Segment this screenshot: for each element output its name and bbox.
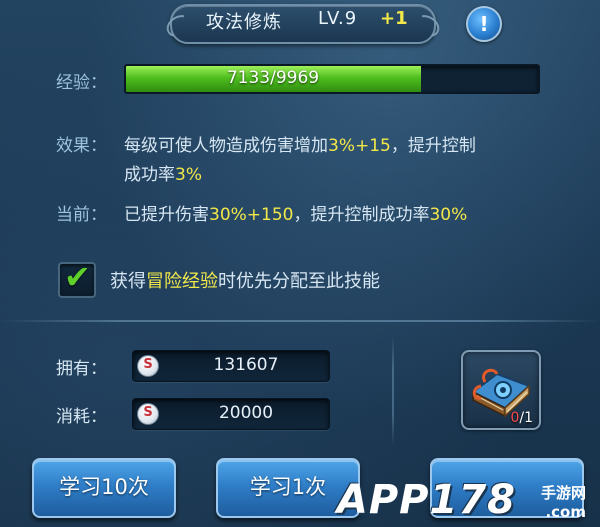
- owned-value: 131607: [213, 355, 279, 375]
- exp-progress-text: 7133/9969: [226, 68, 320, 88]
- owned-field: 131607: [132, 350, 330, 382]
- exp-progress-bar: 7133/9969: [124, 64, 540, 94]
- auto-assign-highlight: 冒险经验: [146, 271, 218, 292]
- watermark-logo: APP178: [336, 477, 516, 523]
- info-button[interactable]: !: [466, 6, 502, 42]
- level-bonus: +1: [380, 8, 408, 29]
- skill-level: LV.9: [318, 8, 358, 29]
- auto-assign-checkbox[interactable]: ✔: [58, 258, 96, 298]
- current-line: 已提升伤害30%+150，提升控制成功率30%: [124, 200, 467, 225]
- section-divider: [0, 320, 600, 322]
- effect-line-1: 每级可使人物造成伤害增加3%+15，提升控制: [124, 131, 476, 156]
- current-text-b: ，提升控制成功率: [293, 205, 430, 225]
- auto-assign-text-b: 时优先分配至此技能: [218, 271, 380, 292]
- owned-label: 拥有：: [56, 359, 107, 379]
- effect-text-b: ，提升控制: [390, 136, 476, 156]
- cost-field: 20000: [132, 398, 330, 430]
- cost-value: 20000: [218, 403, 274, 423]
- column-divider: [392, 336, 394, 446]
- auto-assign-text-a: 获得: [110, 271, 146, 292]
- ornament-left-icon: [162, 10, 196, 42]
- skill-book-slot[interactable]: 0/1: [461, 350, 541, 430]
- cost-label: 消耗：: [56, 407, 107, 427]
- effect-value-b: 3%: [175, 165, 202, 185]
- learn-10-button[interactable]: 学习10次: [32, 458, 176, 518]
- exp-label: 经验：: [56, 73, 107, 93]
- watermark-com: .com: [545, 503, 586, 521]
- effect-label: 效果：: [56, 136, 107, 156]
- item-count: 0/1: [510, 410, 533, 426]
- auto-assign-label: 获得冒险经验时优先分配至此技能: [110, 267, 380, 293]
- effect-value-a: 3%+15: [328, 136, 391, 156]
- skill-title: 攻法修炼: [206, 12, 282, 33]
- current-label: 当前：: [56, 205, 107, 225]
- silver-coin-icon: [137, 355, 159, 377]
- item-count-total: /1: [519, 410, 533, 426]
- checkmark-icon: ✔: [64, 258, 91, 296]
- ornament-right-icon: [410, 10, 444, 42]
- current-control-value: 30%: [429, 205, 468, 225]
- effect-text-a: 每级可使人物造成伤害增加: [124, 136, 328, 156]
- watermark-cn: 手游网: [540, 484, 586, 502]
- current-damage-value: 30%+150: [209, 205, 294, 225]
- current-text-a: 已提升伤害: [124, 205, 209, 225]
- skill-training-panel: 攻法修炼 LV.9 +1 ! 经验： 7133/9969 效果： 每级可使人物造…: [0, 0, 600, 527]
- effect-line-2: 成功率3%: [124, 160, 202, 185]
- effect-text-c: 成功率: [124, 165, 175, 185]
- silver-coin-icon: [137, 403, 159, 425]
